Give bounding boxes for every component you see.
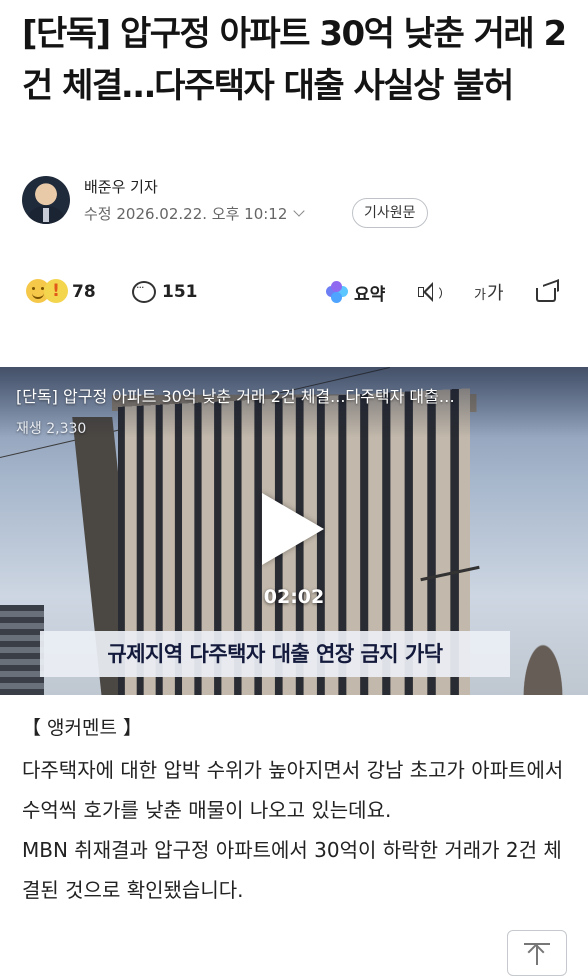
font-size-button[interactable]: 가가	[474, 272, 504, 312]
chevron-down-icon	[293, 205, 306, 217]
left-building	[0, 605, 44, 695]
summary-button[interactable]: 요약	[326, 272, 385, 312]
video-title: [단독] 압구정 아파트 30억 낮춘 거래 2건 체결...다주택자 대출…	[16, 387, 455, 406]
video-player[interactable]: [단독] 압구정 아파트 30억 낮춘 거래 2건 체결...다주택자 대출… …	[0, 367, 588, 695]
share-button[interactable]	[534, 272, 560, 312]
paragraph: MBN 취재결과 압구정 아파트에서 30억이 하락한 거래가 2건 체결된 것…	[22, 838, 562, 902]
reporter-name[interactable]: 배준우 기자	[84, 176, 158, 197]
tree	[498, 577, 588, 695]
read-aloud-button[interactable]	[416, 272, 444, 312]
scroll-top-button[interactable]	[507, 930, 567, 976]
paragraph: 다주택자에 대한 압박 수위가 높아지면서 강남 초고가 아파트에서 수억씩 호…	[22, 758, 564, 822]
surprise-emoji-icon: !	[44, 279, 68, 303]
avatar-tie	[43, 208, 49, 222]
font-size-icon: 가가	[474, 283, 504, 304]
video-caption: 규제지역 다주택자 대출 연장 금지 가닥	[40, 631, 510, 677]
comment-button[interactable]: 151	[132, 272, 198, 312]
speaker-icon	[416, 280, 444, 304]
ai-summary-icon	[326, 281, 348, 303]
byline: 배준우 기자 수정 2026.02.22. 오후 10:12 기사원문	[22, 176, 567, 228]
reporter-avatar[interactable]	[22, 176, 70, 224]
anchor-label: 【 앵커멘트 】	[22, 717, 142, 739]
summary-label: 요약	[354, 284, 386, 305]
play-icon[interactable]	[262, 493, 324, 565]
reaction-bar: ! 78 151 요약 가가	[22, 272, 567, 312]
updated-text: 수정 2026.02.22. 오후 10:12	[84, 205, 288, 223]
article-headline: [단독] 압구정 아파트 30억 낮춘 거래 2건 체결…다주택자 대출 사실상…	[22, 14, 567, 106]
comment-count: 151	[162, 282, 198, 302]
updated-timestamp[interactable]: 수정 2026.02.22. 오후 10:12	[84, 203, 306, 224]
emotion-reaction-button[interactable]: ! 78	[26, 272, 96, 312]
original-article-button[interactable]: 기사원문	[352, 198, 428, 228]
emotion-count: 78	[72, 282, 96, 302]
share-icon	[534, 279, 560, 304]
video-duration: 02:02	[263, 586, 325, 608]
emotion-icons: !	[26, 277, 68, 307]
video-view-count: 재생 2,330	[16, 421, 87, 437]
comment-icon	[132, 281, 156, 303]
article-body: 【 앵커멘트 】 다주택자에 대한 압박 수위가 높아지면서 강남 초고가 아파…	[22, 712, 570, 910]
